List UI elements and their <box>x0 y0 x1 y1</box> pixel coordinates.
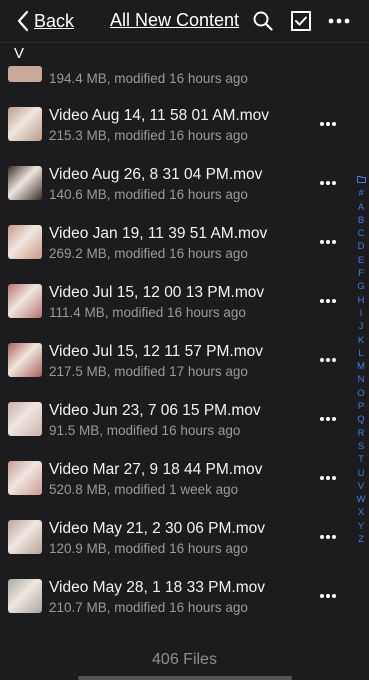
index-letter[interactable]: U <box>355 467 367 480</box>
video-thumbnail <box>8 402 42 436</box>
back-label: Back <box>34 10 75 31</box>
file-row[interactable]: Video Aug 26, 8 31 04 PM.mov 140.6 MB, mo… <box>0 163 352 222</box>
file-meta: 210.7 MB, modified 16 hours ago <box>49 600 248 615</box>
file-row[interactable]: Video Jul 15, 12 00 13 PM.mov 111.4 MB, m… <box>0 281 352 340</box>
file-row[interactable]: Video Jan 19, 11 39 51 AM.mov 269.2 MB, m… <box>0 222 352 281</box>
file-meta: 91.5 MB, modified 16 hours ago <box>49 423 241 438</box>
index-letter[interactable]: X <box>355 506 367 519</box>
file-more-button[interactable] <box>320 476 338 482</box>
video-thumbnail <box>8 225 42 259</box>
index-letter[interactable]: J <box>355 320 367 333</box>
index-letter[interactable]: I <box>355 307 367 320</box>
index-letter[interactable]: L <box>355 347 367 360</box>
back-button[interactable]: Back <box>16 8 74 34</box>
index-letter[interactable]: Z <box>355 533 367 546</box>
file-meta: 111.4 MB, modified 16 hours ago <box>49 305 246 320</box>
file-meta: 194.4 MB, modified 16 hours ago <box>49 71 248 86</box>
file-more-button[interactable] <box>320 594 338 600</box>
home-indicator <box>78 676 292 680</box>
index-letter[interactable]: O <box>355 387 367 400</box>
file-meta: 520.8 MB, modified 1 week ago <box>49 482 239 497</box>
file-name: Video May 28, 1 18 33 PM.mov <box>49 579 265 596</box>
file-name: Video Jul 15, 12 00 13 PM.mov <box>49 284 265 301</box>
file-name: Video May 21, 2 30 06 PM.mov <box>49 520 265 537</box>
index-letter[interactable]: D <box>355 240 367 253</box>
file-name: Video Jan 19, 11 39 51 AM.mov <box>49 225 268 242</box>
index-letter[interactable]: S <box>355 440 367 453</box>
index-letter[interactable]: V <box>355 480 367 493</box>
chevron-left-icon <box>17 10 29 32</box>
file-name: Video Mar 27, 9 18 44 PM.mov <box>49 461 263 478</box>
file-row[interactable]: Video Jun 23, 7 06 15 PM.mov 91.5 MB, mod… <box>0 399 352 458</box>
index-letter[interactable]: A <box>355 201 367 214</box>
file-meta: 120.9 MB, modified 16 hours ago <box>49 541 248 556</box>
file-more-button[interactable] <box>320 535 338 541</box>
index-letter[interactable]: T <box>355 453 367 466</box>
index-letter[interactable]: R <box>355 427 367 440</box>
video-thumbnail <box>8 461 42 495</box>
index-letter[interactable]: # <box>355 187 367 200</box>
index-letter[interactable]: C <box>355 227 367 240</box>
select-checkbox-icon[interactable] <box>290 10 312 32</box>
file-name: Video Aug 26, 8 31 04 PM.mov <box>49 166 263 183</box>
index-letter[interactable]: Q <box>355 413 367 426</box>
index-letter[interactable]: M <box>355 360 367 373</box>
file-row[interactable]: Video May 28, 1 18 33 PM.mov 210.7 MB, mo… <box>0 576 352 635</box>
file-name: Video Jun 23, 7 06 15 PM.mov <box>49 402 261 419</box>
file-count: 406 Files <box>152 651 217 668</box>
file-meta: 140.6 MB, modified 16 hours ago <box>49 187 248 202</box>
file-more-button[interactable] <box>320 299 338 305</box>
index-letter[interactable]: N <box>355 373 367 386</box>
file-meta: 269.2 MB, modified 16 hours ago <box>49 246 248 261</box>
index-letter[interactable]: F <box>355 267 367 280</box>
file-more-button[interactable] <box>320 181 338 187</box>
index-letter[interactable]: G <box>355 280 367 293</box>
index-letter[interactable]: Y <box>355 520 367 533</box>
search-icon[interactable] <box>252 10 274 32</box>
alphabet-index[interactable]: # A B C D E F G H I J K L M N O P Q R S T U V W X Y Z <box>355 174 367 546</box>
file-name: Video Aug 14, 11 58 01 AM.mov <box>49 107 270 124</box>
video-thumbnail <box>8 579 42 613</box>
file-meta: 215.3 MB, modified 16 hours ago <box>49 128 248 143</box>
file-name: Video Jul 15, 12 11 57 PM.mov <box>49 343 263 360</box>
section-header: V <box>14 45 25 62</box>
page-title[interactable]: All New Content <box>110 10 239 31</box>
video-thumbnail <box>8 166 42 200</box>
file-row[interactable]: Video Mar 27, 9 18 44 PM.mov 520.8 MB, mo… <box>0 458 352 517</box>
list-item-partial[interactable]: 194.4 MB, modified 16 hours ago <box>0 66 352 90</box>
file-more-button[interactable] <box>320 417 338 423</box>
video-thumbnail <box>8 520 42 554</box>
file-row[interactable]: Video May 21, 2 30 06 PM.mov 120.9 MB, mo… <box>0 517 352 576</box>
file-more-button[interactable] <box>320 122 338 128</box>
index-letter[interactable]: P <box>355 400 367 413</box>
index-letter[interactable]: H <box>355 294 367 307</box>
file-more-button[interactable] <box>320 358 338 364</box>
file-more-button[interactable] <box>320 240 338 246</box>
video-thumbnail <box>8 107 42 141</box>
video-thumbnail <box>8 343 42 377</box>
more-options-icon[interactable] <box>327 10 351 32</box>
index-letter[interactable]: B <box>355 214 367 227</box>
index-letter[interactable]: W <box>355 493 367 506</box>
video-thumbnail <box>8 284 42 318</box>
folder-icon[interactable] <box>355 174 367 187</box>
index-letter[interactable]: E <box>355 254 367 267</box>
top-toolbar: Back All New Content <box>0 0 369 43</box>
index-letter[interactable]: K <box>355 334 367 347</box>
file-row[interactable]: Video Jul 15, 12 11 57 PM.mov 217.5 MB, m… <box>0 340 352 399</box>
file-meta: 217.5 MB, modified 17 hours ago <box>49 364 248 379</box>
video-thumbnail <box>8 66 42 82</box>
file-row[interactable]: Video Aug 14, 11 58 01 AM.mov 215.3 MB, m… <box>0 104 352 163</box>
